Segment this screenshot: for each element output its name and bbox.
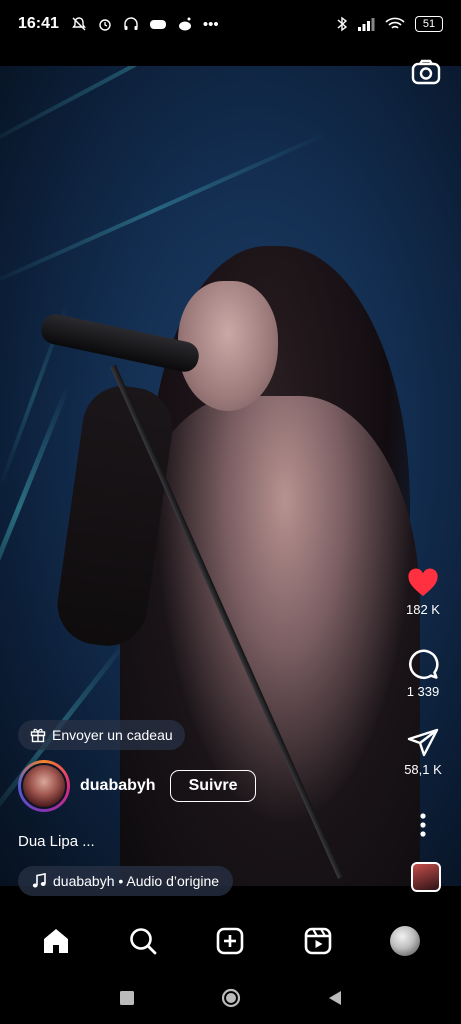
camera-icon[interactable]: [411, 58, 441, 86]
author-avatar[interactable]: [18, 760, 70, 812]
notification-icons: •••: [71, 16, 219, 32]
audio-label: duababyh • Audio d’origine: [53, 873, 220, 889]
game-icon: [149, 20, 166, 29]
mute-icon: [72, 17, 86, 31]
send-gift-button[interactable]: Envoyer un cadeau: [18, 720, 185, 750]
recents-button[interactable]: [112, 983, 142, 1013]
reels-icon[interactable]: [304, 927, 332, 955]
like-action[interactable]: 182 K: [397, 568, 449, 617]
share-icon[interactable]: [407, 728, 439, 758]
circle-icon[interactable]: [221, 988, 241, 1008]
alarm-icon: [99, 19, 111, 31]
status-time: 16:41: [18, 15, 59, 32]
more-vertical-icon[interactable]: [419, 812, 427, 838]
share-action[interactable]: 58,1 K: [397, 728, 449, 777]
reddit-icon: [178, 17, 191, 31]
microphone: [38, 311, 202, 375]
square-icon[interactable]: [119, 991, 134, 1005]
music-note-icon: [32, 873, 46, 888]
create-icon[interactable]: [216, 927, 244, 955]
stage-light-beam: [0, 66, 332, 160]
share-count: 58,1 K: [404, 762, 442, 777]
status-bar: 16:41 ••• 51: [0, 0, 461, 48]
gift-icon: [30, 728, 46, 743]
back-button[interactable]: [320, 983, 350, 1013]
author-username[interactable]: duababyh: [80, 777, 156, 795]
system-icons: 51: [337, 16, 443, 32]
triangle-back-icon[interactable]: [328, 990, 342, 1006]
home-button[interactable]: [216, 983, 246, 1013]
nav-create[interactable]: [206, 917, 254, 965]
follow-button[interactable]: Suivre: [169, 770, 257, 802]
heart-icon[interactable]: [407, 568, 439, 598]
audio-attribution[interactable]: duababyh • Audio d’origine: [18, 866, 234, 896]
bottom-navigation: [0, 910, 461, 972]
wifi-icon: [385, 17, 405, 29]
signal-icon: [358, 18, 375, 31]
more-options-button[interactable]: [397, 812, 449, 838]
system-navigation: [0, 972, 461, 1024]
headphones-icon: [124, 17, 138, 30]
nav-reels[interactable]: [294, 917, 342, 965]
author-row: duababyh Suivre: [18, 760, 257, 812]
comment-icon[interactable]: [407, 648, 439, 680]
reel-caption[interactable]: Dua Lipa ...: [18, 833, 95, 850]
search-icon[interactable]: [129, 927, 157, 955]
battery-icon: 51: [415, 16, 443, 32]
audio-thumbnail[interactable]: [411, 862, 441, 892]
comment-action[interactable]: 1 339: [397, 648, 449, 699]
nav-home[interactable]: [32, 917, 80, 965]
comment-count: 1 339: [406, 684, 440, 699]
more-dots-icon: •••: [202, 15, 219, 33]
bluetooth-icon: [337, 16, 347, 32]
profile-avatar[interactable]: [390, 926, 421, 956]
home-icon[interactable]: [42, 928, 70, 954]
nav-profile[interactable]: [381, 917, 429, 965]
nav-search[interactable]: [119, 917, 167, 965]
like-count: 182 K: [406, 602, 440, 617]
send-gift-label: Envoyer un cadeau: [52, 727, 173, 743]
